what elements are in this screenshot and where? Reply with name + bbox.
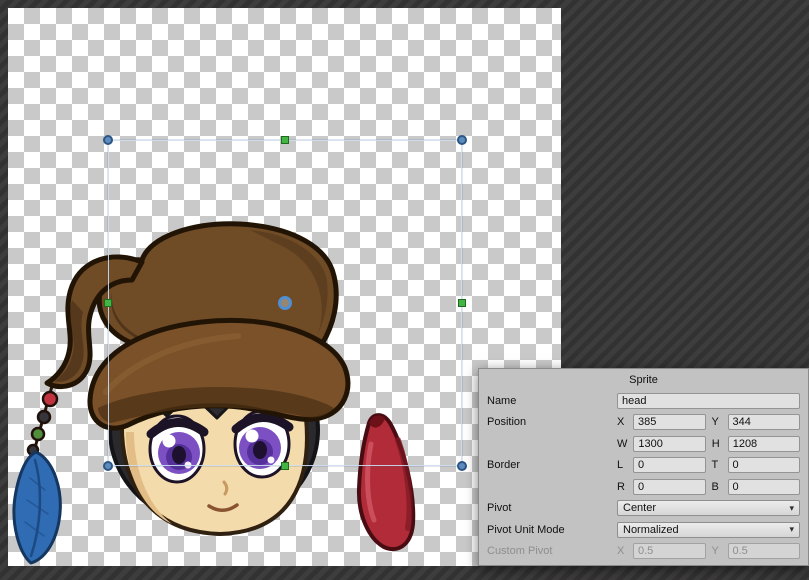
position-y-label: Y [712, 416, 722, 428]
border-label: Border [487, 459, 617, 471]
dropdown-arrow-icon: ▾ [789, 504, 794, 513]
position-w-input[interactable] [633, 436, 705, 452]
border-b-input[interactable] [728, 479, 801, 495]
selection-handle-bottom-right[interactable] [457, 461, 467, 471]
border-r-input[interactable] [633, 479, 706, 495]
sprite-editor-window: { "inspector": { "title": "Sprite", "nam… [0, 0, 809, 580]
position-x-input[interactable] [633, 414, 706, 430]
dropdown-arrow-icon: ▾ [789, 525, 794, 534]
name-label: Name [487, 395, 617, 407]
pivot-dropdown-value: Center [623, 502, 656, 514]
selection-handle-top-mid[interactable] [281, 136, 289, 144]
position-x-label: X [617, 416, 627, 428]
position-h-label: H [712, 438, 722, 450]
position-y-input[interactable] [728, 414, 801, 430]
custom-pivot-y-input [728, 543, 801, 559]
pivot-label: Pivot [487, 502, 617, 514]
border-t-label: T [712, 459, 722, 471]
custom-pivot-x-label: X [617, 545, 627, 557]
pivot-unit-mode-label: Pivot Unit Mode [487, 524, 617, 536]
border-t-input[interactable] [728, 457, 801, 473]
pivot-unit-mode-row: Pivot Unit Mode Normalized ▾ [487, 519, 800, 541]
custom-pivot-x-input [633, 543, 706, 559]
selection-handle-right-mid[interactable] [458, 299, 466, 307]
pivot-row: Pivot Center ▾ [487, 498, 800, 520]
selection-handle-top-left[interactable] [103, 135, 113, 145]
pivot-unit-mode-dropdown-value: Normalized [623, 524, 679, 536]
position-w-label: W [617, 438, 627, 450]
position-row-wh: W H [487, 433, 800, 455]
border-row-lt: Border L T [487, 455, 800, 477]
name-row: Name [487, 390, 800, 412]
border-l-label: L [617, 459, 627, 471]
custom-pivot-y-label: Y [712, 545, 722, 557]
selection-handle-top-right[interactable] [457, 135, 467, 145]
selection-handle-bottom-mid[interactable] [281, 462, 289, 470]
border-b-label: B [712, 481, 722, 493]
panel-title: Sprite [487, 371, 800, 390]
sprite-inspector-panel: Sprite Name Position X Y W H Border L T [478, 368, 809, 566]
position-row-xy: Position X Y [487, 412, 800, 434]
pivot-handle[interactable] [278, 296, 292, 310]
pivot-unit-mode-dropdown[interactable]: Normalized ▾ [617, 522, 800, 538]
custom-pivot-label: Custom Pivot [487, 545, 617, 557]
position-label: Position [487, 416, 617, 428]
border-row-rb: R B [487, 476, 800, 498]
selection-handle-left-mid[interactable] [104, 299, 112, 307]
border-r-label: R [617, 481, 627, 493]
custom-pivot-row: Custom Pivot X Y [487, 541, 800, 563]
position-h-input[interactable] [728, 436, 800, 452]
selection-handle-bottom-left[interactable] [103, 461, 113, 471]
pivot-dropdown[interactable]: Center ▾ [617, 500, 800, 516]
name-input[interactable] [617, 393, 800, 409]
border-l-input[interactable] [633, 457, 706, 473]
